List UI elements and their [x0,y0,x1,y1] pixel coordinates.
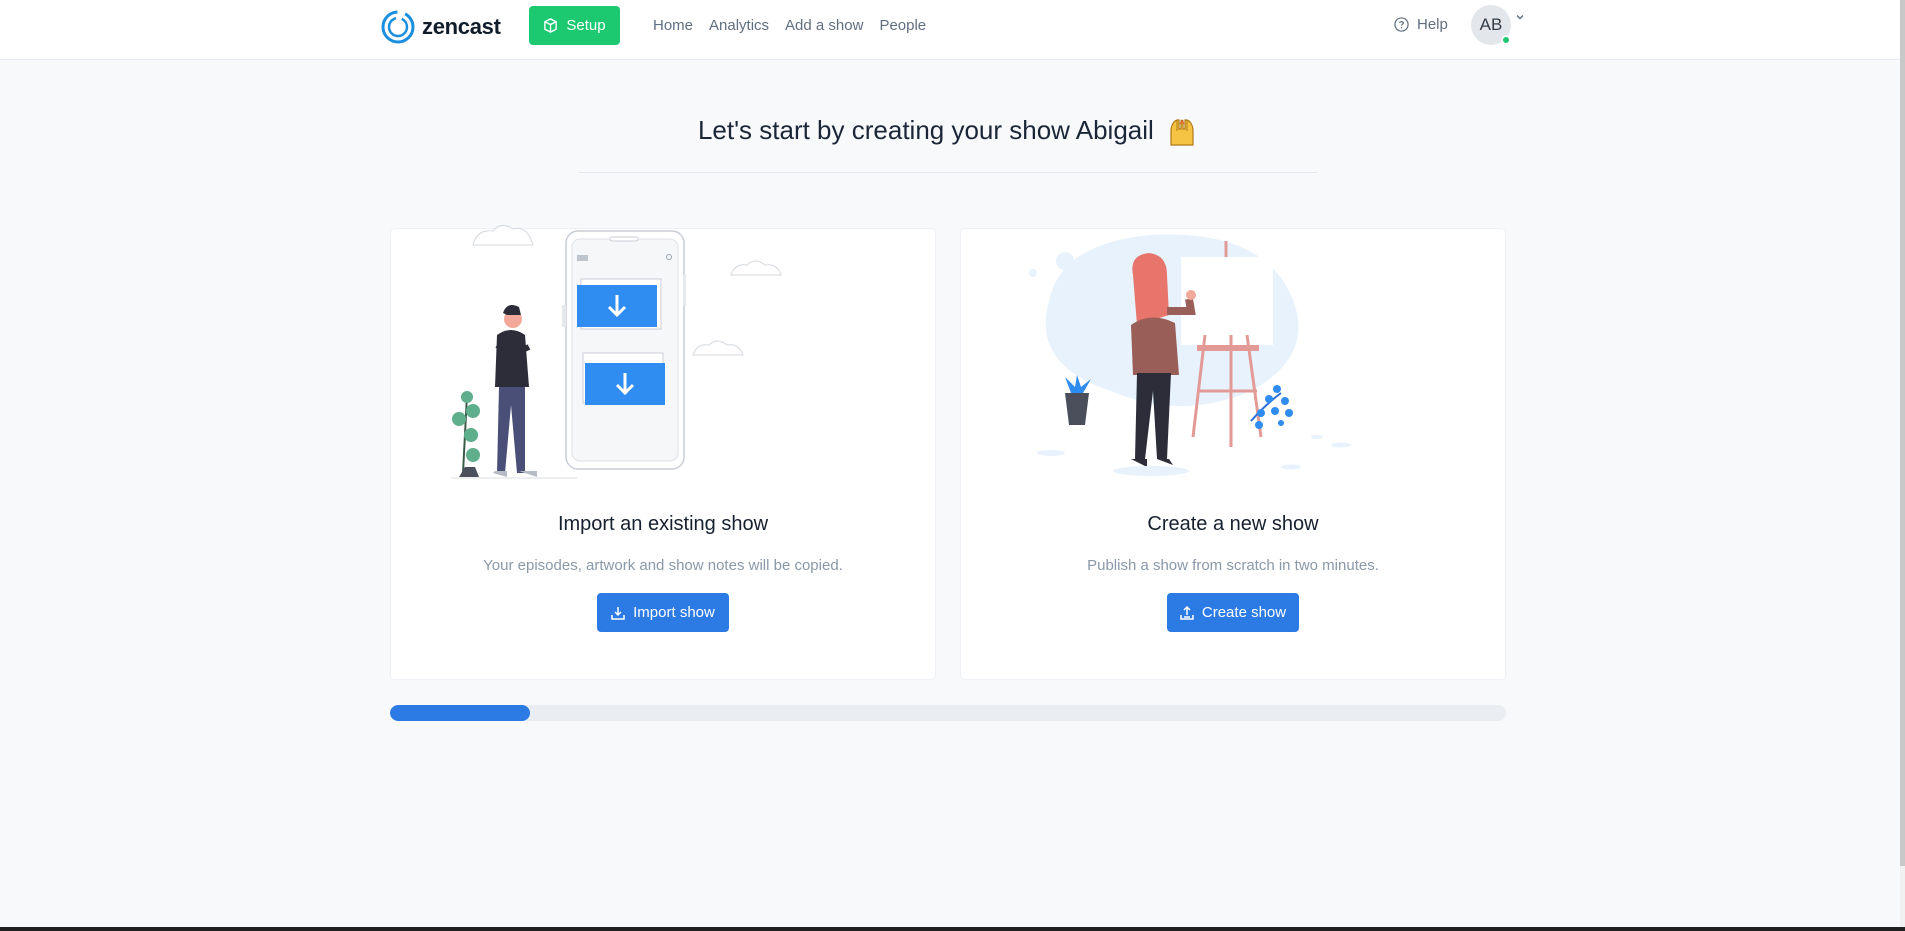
page-title: Let's start by creating your show Abigai… [0,115,1895,147]
raising-hands-icon [1170,119,1194,146]
box-icon [544,18,558,33]
nav-people[interactable]: People [879,17,926,34]
create-show-label: Create show [1201,604,1287,621]
upload-icon [1180,605,1194,620]
page-title-text: Let's start by creating your show Abigai… [697,115,1154,145]
nav-analytics[interactable]: Analytics [709,17,769,34]
avatar-initials: AB [1479,15,1503,34]
top-navbar: zencast Setup Home Analytics Add a show … [0,0,1900,60]
question-circle-icon [1394,17,1409,32]
create-card-title: Create a new show [1147,513,1319,535]
zencast-logo-icon [381,10,415,44]
setup-button[interactable]: Setup [529,6,620,45]
bottom-edge [0,927,1905,931]
title-divider [579,172,1317,173]
avatar[interactable]: AB [1471,5,1511,45]
main-nav: Home Analytics Add a show People [653,17,926,34]
online-status-dot [1501,35,1511,45]
user-menu[interactable]: AB [1471,5,1525,45]
import-illustration [451,225,782,479]
create-illustration [1029,234,1351,476]
create-card-description: Publish a show from scratch in two minut… [1087,557,1379,574]
create-show-button[interactable]: Create show [1167,593,1299,632]
download-icon [611,606,625,620]
help-label: Help [1417,16,1448,33]
help-link[interactable]: Help [1394,16,1448,33]
setup-progress-fill [390,705,530,721]
setup-progress-bar [390,705,1506,721]
setup-label: Setup [566,17,606,34]
page-scrollbar-thumb[interactable] [1900,0,1905,866]
import-show-label: Import show [633,604,715,621]
nav-home[interactable]: Home [653,17,693,34]
import-card-title: Import an existing show [557,513,769,535]
brand[interactable]: zencast [380,9,501,45]
chevron-down-icon[interactable] [1515,12,1525,22]
create-show-card: Create a new show Publish a show from sc… [960,228,1506,680]
import-show-button[interactable]: Import show [597,593,729,632]
import-card-description: Your episodes, artwork and show notes wi… [483,557,843,574]
brand-name: zencast [422,14,501,39]
import-show-card: Import an existing show Your episodes, a… [390,225,936,680]
nav-add-a-show[interactable]: Add a show [785,17,863,34]
